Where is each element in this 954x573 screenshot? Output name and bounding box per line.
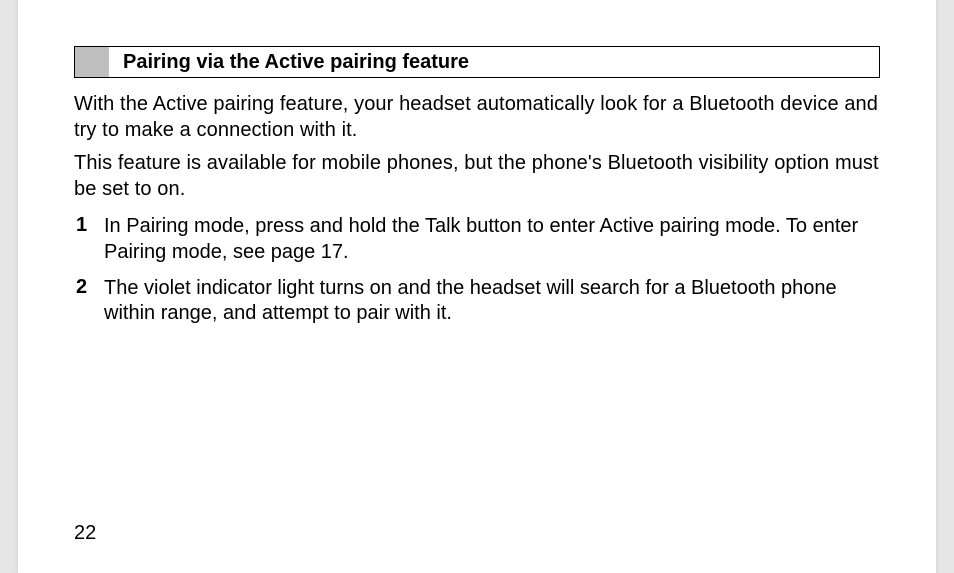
step-list: 1 In Pairing mode, press and hold the Ta… [74,214,880,326]
step-text: In Pairing mode, press and hold the Talk… [104,214,880,265]
step-item: 2 The violet indicator light turns on an… [74,276,880,327]
heading-tab [75,47,109,77]
page-number: 22 [74,522,96,545]
step-number: 2 [74,276,104,299]
step-text: The violet indicator light turns on and … [104,276,880,327]
step-number: 1 [74,214,104,237]
page-content: Pairing via the Active pairing feature W… [74,46,880,337]
intro-paragraph-2: This feature is available for mobile pho… [74,151,880,202]
section-heading: Pairing via the Active pairing feature [109,47,469,77]
section-heading-bar: Pairing via the Active pairing feature [74,46,880,78]
intro-paragraph-1: With the Active pairing feature, your he… [74,92,880,143]
manual-page: Pairing via the Active pairing feature W… [18,0,936,573]
step-item: 1 In Pairing mode, press and hold the Ta… [74,214,880,265]
